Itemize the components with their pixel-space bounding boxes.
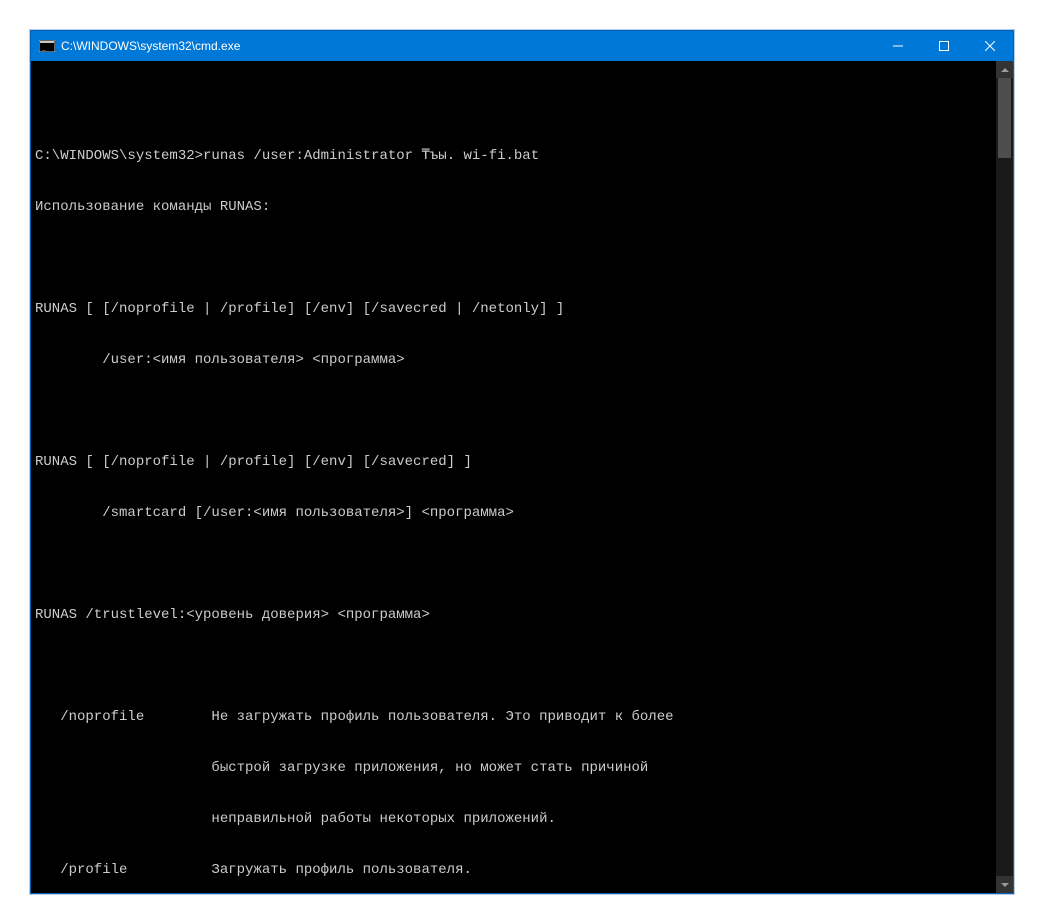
vertical-scrollbar[interactable]	[996, 61, 1013, 893]
terminal-line: Использование команды RUNAS:	[35, 199, 996, 216]
terminal-line	[35, 556, 996, 573]
terminal-line	[35, 658, 996, 675]
titlebar[interactable]: _ C:\WINDOWS\system32\cmd.exe	[31, 31, 1013, 61]
scroll-thumb[interactable]	[998, 78, 1011, 158]
terminal-output[interactable]: C:\WINDOWS\system32>runas /user:Administ…	[31, 61, 996, 893]
terminal-line: RUNAS /trustlevel:<уровень доверия> <про…	[35, 607, 996, 624]
terminal-line: C:\WINDOWS\system32>runas /user:Administ…	[35, 148, 996, 165]
scroll-up-button[interactable]	[996, 61, 1013, 78]
window-controls	[875, 31, 1013, 61]
terminal-line: неправильной работы некоторых приложений…	[35, 811, 996, 828]
close-button[interactable]	[967, 31, 1013, 61]
terminal-line	[35, 250, 996, 267]
cmd-window: _ C:\WINDOWS\system32\cmd.exe C:\WINDOWS…	[30, 30, 1014, 894]
terminal-line: /user:<имя пользователя> <программа>	[35, 352, 996, 369]
scroll-down-button[interactable]	[996, 876, 1013, 893]
terminal-line: RUNAS [ [/noprofile | /profile] [/env] […	[35, 454, 996, 471]
client-area: C:\WINDOWS\system32>runas /user:Administ…	[31, 61, 1013, 893]
terminal-line	[35, 403, 996, 420]
terminal-line: RUNAS [ [/noprofile | /profile] [/env] […	[35, 301, 996, 318]
svg-text:_: _	[41, 44, 46, 52]
terminal-line: /noprofile Не загружать профиль пользова…	[35, 709, 996, 726]
maximize-button[interactable]	[921, 31, 967, 61]
window-title: C:\WINDOWS\system32\cmd.exe	[61, 39, 240, 53]
cmd-icon: _	[39, 38, 55, 54]
terminal-line	[35, 97, 996, 114]
minimize-button[interactable]	[875, 31, 921, 61]
terminal-line: /smartcard [/user:<имя пользователя>] <п…	[35, 505, 996, 522]
scroll-track[interactable]	[996, 78, 1013, 876]
terminal-line: быстрой загрузке приложения, но может ст…	[35, 760, 996, 777]
terminal-line: /profile Загружать профиль пользователя.	[35, 862, 996, 879]
